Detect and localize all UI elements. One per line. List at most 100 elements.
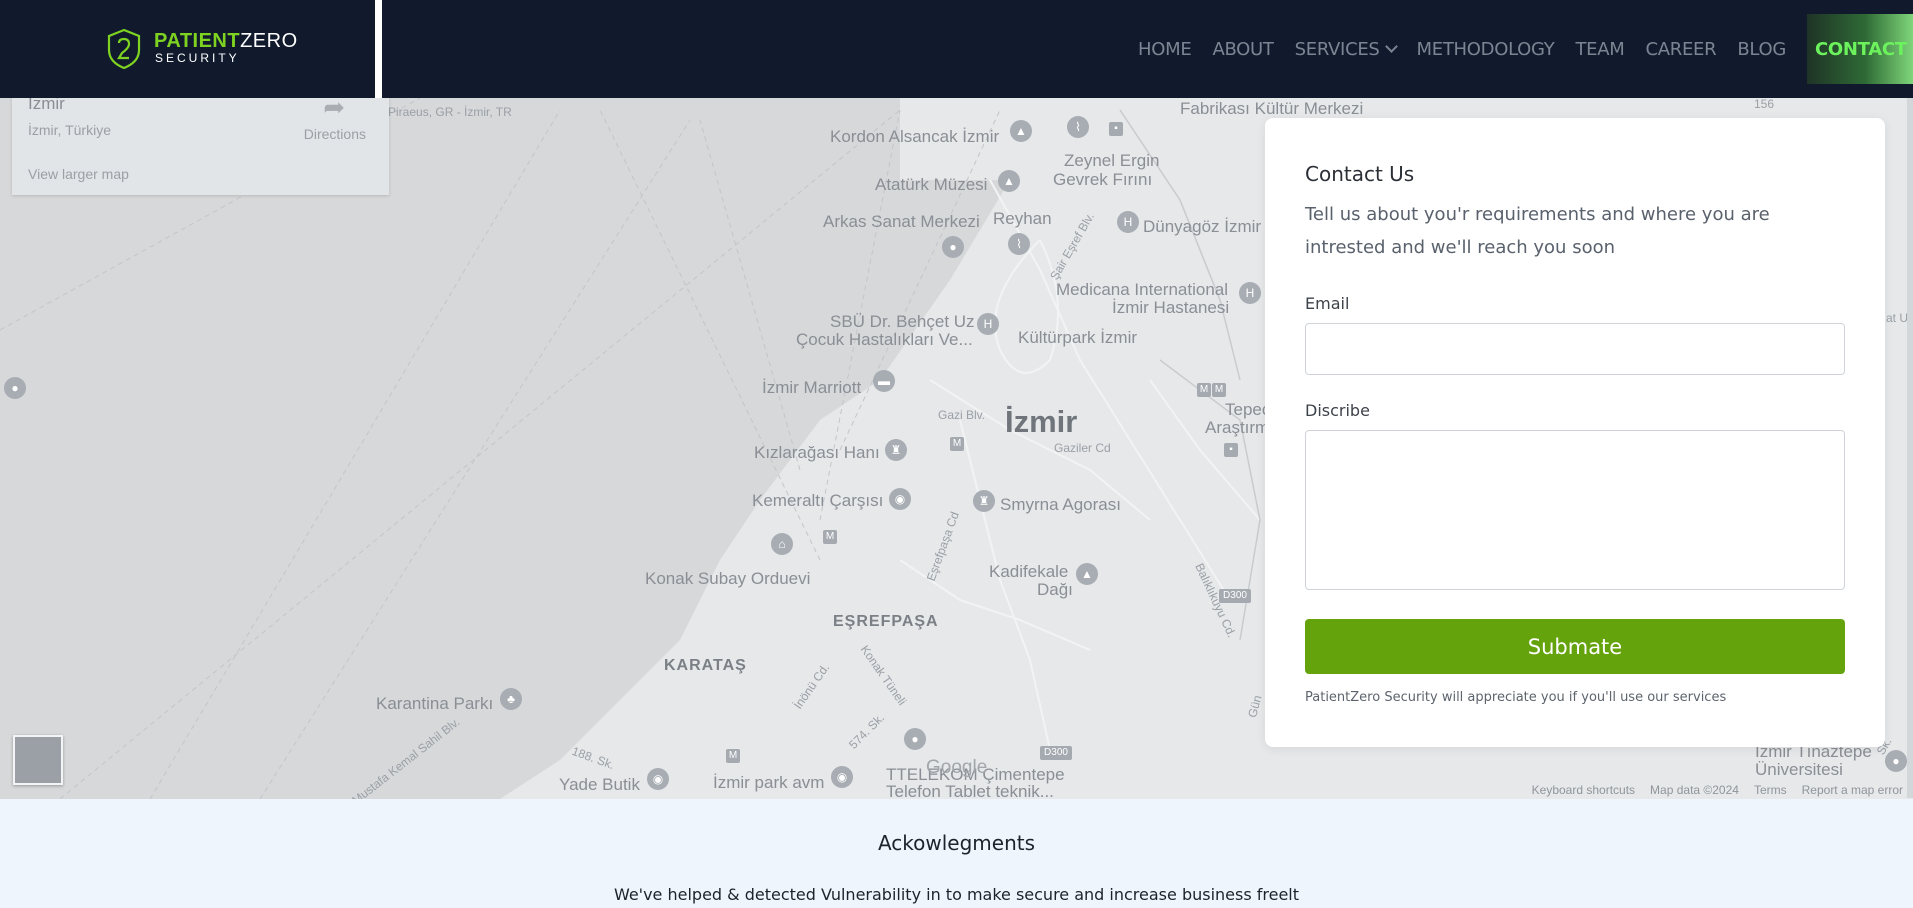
map-label: Dağı [1037,580,1073,599]
shopping-pin-icon[interactable]: ◉ [647,768,669,790]
nav-methodology[interactable]: METHODOLOGY [1417,39,1555,60]
museum-pin-icon[interactable]: ▲ [1010,120,1032,142]
map-label: Piraeus, GR - İzmir, TR [388,105,512,119]
landmark-pin-icon[interactable]: ⌂ [771,533,793,555]
nav-contact[interactable]: CONTACT [1807,14,1913,84]
nav-services-label: SERVICES [1294,38,1380,60]
park-pin-icon[interactable]: ▲ [1076,563,1098,585]
satellite-toggle-button[interactable] [13,735,63,785]
keyboard-shortcuts-link[interactable]: Keyboard shortcuts [1532,783,1635,797]
restaurant-pin-icon[interactable]: ⌇ [1067,116,1089,138]
map-footer: Keyboard shortcuts Map data ©2024 Terms … [1532,783,1903,797]
directions-link[interactable]: Directions [304,126,366,142]
map-label: Dünyagöz İzmir [1143,217,1262,236]
map-label: Gevrek Fırını [1053,170,1153,189]
metro-icon: M [950,437,964,451]
location-pin-icon[interactable]: ● [904,728,926,750]
main-nav: HOME ABOUT SERVICES METHODOLOGY TEAM CAR… [1138,14,1913,84]
hotel-pin-icon[interactable]: ▬ [873,370,895,392]
contact-description: Tell us about you'r requirements and whe… [1305,204,1770,258]
map-label: Yade Butik [559,775,640,794]
map-label: Medicana International [1056,280,1229,299]
brand-name-part1: PATIENT [154,30,241,52]
site-header: PATIENTZERO SECURITY HOME ABOUT SERVICES… [0,0,1913,98]
email-field[interactable] [1305,323,1845,375]
map-label: Üniversitesi [1755,760,1843,779]
park-pin-icon[interactable]: ♣ [500,688,522,710]
map-label: Karantina Parkı [376,694,494,713]
logo[interactable]: PATIENTZERO SECURITY [0,0,382,98]
brand-tagline: SECURITY [155,51,240,65]
map-label: Çocuk Hastalıkları Ve... [796,330,973,349]
map-label: Arkas Sanat Merkezi [823,212,980,231]
view-larger-map-link[interactable]: View larger map [28,166,129,182]
map-label: Atatürk Müzesi [875,175,988,194]
scrollbar[interactable] [1907,98,1913,798]
restaurant-pin-icon[interactable]: ⌇ [1008,233,1030,255]
nav-about[interactable]: ABOUT [1212,39,1273,60]
terms-link[interactable]: Terms [1754,783,1787,797]
map-label: Kordon Alsancak İzmir [830,127,1000,146]
nav-team[interactable]: TEAM [1575,39,1624,60]
landmark-pin-icon[interactable]: ♜ [973,490,995,512]
acknowledgments-text: We've helped & detected Vulnerability in… [613,885,1300,904]
map-data-text: Map data ©2024 [1650,783,1739,797]
metro-icon: M [823,530,837,544]
nav-career[interactable]: CAREER [1646,39,1717,60]
map-label: Kemeraltı Çarşısı [752,491,884,510]
transit-icon: ▪ [1224,443,1238,457]
landmark-pin-icon[interactable]: ♜ [885,439,907,461]
shield-logo-icon [107,28,141,70]
museum-pin-icon[interactable]: ● [942,236,964,258]
contact-title: Contact Us [1305,162,1415,186]
google-logo: Google [926,757,988,778]
nav-home[interactable]: HOME [1138,39,1192,60]
nav-blog[interactable]: BLOG [1737,39,1786,60]
metro-icon: M [1212,383,1226,397]
map-label: Konak Subay Orduevi [645,569,811,588]
map-label: İzmir Hastanesi [1112,298,1230,317]
map-label: İzmir Marriott [762,378,862,397]
map-label-city: İzmir [1005,404,1078,439]
road-shield: D300 [1040,746,1072,760]
map-label: İzmir park avm [713,773,825,792]
chevron-down-icon [1384,39,1398,53]
location-pin-icon[interactable]: ● [4,377,26,399]
metro-icon: M [1197,383,1211,397]
shopping-pin-icon[interactable]: ◉ [889,488,911,510]
hospital-pin-icon[interactable]: H [1239,282,1261,304]
report-map-error-link[interactable]: Report a map error [1802,783,1903,797]
map-label-district: KARATAŞ [664,657,747,674]
contact-note: PatientZero Security will appreciate you… [1305,690,1727,705]
nav-services[interactable]: SERVICES [1294,38,1398,60]
metro-icon: M [726,749,740,763]
email-label: Email [1305,294,1350,313]
submit-button[interactable]: Submate [1305,619,1845,674]
hospital-pin-icon[interactable]: H [1117,211,1139,233]
shopping-pin-icon[interactable]: ◉ [831,766,853,788]
map-label: SBÜ Dr. Behçet Uz [830,312,975,331]
map-label: Smyrna Agorası [1000,495,1121,514]
map-label: Gazi Blv. [938,408,986,422]
map-label: Kadifekale [989,562,1069,581]
museum-pin-icon[interactable]: ▲ [998,170,1020,192]
map-label: Kültürpark İzmir [1018,328,1138,347]
map-label: Gaziler Cd [1054,441,1111,455]
map-label: at U [1886,311,1909,325]
contact-form-card: Contact Us Tell us about you'r requireme… [1265,118,1885,747]
map-label: Araştırm [1205,418,1270,437]
acknowledgments-heading: Ackowlegments [877,831,1036,855]
map-label: Telefon Tablet teknik... [886,782,1054,799]
hospital-pin-icon[interactable]: H [977,313,999,335]
map-label: Kızlarağası Hanı [754,443,880,462]
describe-label: Discribe [1305,401,1370,420]
location-pin-icon[interactable]: ● [1885,750,1907,772]
brand-name-part2: ZERO [240,30,298,52]
map-label: 156 [1754,97,1775,111]
map-label: Reyhan [993,209,1052,228]
map-label-district: EŞREFPAŞA [833,613,939,630]
brand-name: PATIENTZERO [154,30,298,53]
describe-textarea[interactable] [1305,430,1845,590]
transit-icon: ▪ [1109,122,1123,136]
map-label: Tepec [1225,400,1271,419]
